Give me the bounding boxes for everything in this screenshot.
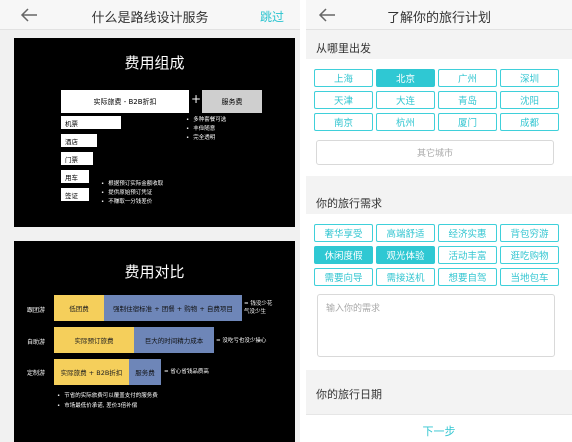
slide-title: 费用组成: [124, 54, 185, 72]
cost-bar: 巨大的时间精力成本: [134, 327, 214, 353]
cost-item: 机票: [61, 116, 121, 129]
departure-panel: 上海 北京 广州 深圳天津 大连 青岛 沈阳南京 杭州 厦门 成都 其它城市: [306, 59, 572, 176]
cost-comparison-slide: 费用对比 跟团游 低团费 强制住宿标准 + 团餐 + 购物 + 自费项目 = 钱…: [14, 241, 295, 442]
need-chip[interactable]: 观光体验: [376, 246, 435, 264]
need-chip[interactable]: 经济实惠: [438, 224, 497, 242]
need-chip[interactable]: 休闲度假: [314, 246, 373, 264]
city-chip[interactable]: 天津: [314, 91, 373, 109]
need-chip[interactable]: 高端舒适: [376, 224, 435, 242]
footnote: 节省的实际旅费可以覆盖支付的服务费: [57, 391, 158, 401]
result-text: = 钱没少花 气没少生: [244, 301, 273, 315]
need-chip[interactable]: 想要自驾: [438, 268, 497, 286]
result-text: = 省心省钱品质高: [164, 369, 209, 375]
city-chip[interactable]: 成都: [500, 113, 559, 131]
row-label: 跟团游: [27, 307, 46, 314]
cost-item: 酒店: [61, 134, 97, 147]
city-chip[interactable]: 北京: [376, 69, 435, 87]
skip-button[interactable]: 跳过: [260, 8, 284, 25]
departure-label: 从哪里出发: [316, 42, 371, 55]
row-label: 自助游: [27, 339, 46, 346]
page-title: 什么是路线设计服务: [91, 11, 209, 26]
bullet-item: 根据预订实际金额收取: [101, 180, 163, 189]
result-text: = 没吃亏也没少操心: [216, 338, 267, 344]
cost-bar: 实际旅费 + B2B折扣: [54, 359, 129, 385]
city-chip[interactable]: 广州: [438, 69, 497, 87]
plus-sign: +: [191, 92, 202, 106]
cost-bar: 实际预订旅费: [54, 327, 134, 353]
bullet-item: 多种套餐可选: [186, 116, 226, 125]
city-chip[interactable]: 厦门: [438, 113, 497, 131]
actual-cost-points: 根据预订实际金额收取 提供原始预订凭证 不赚取一分钱差价: [101, 180, 163, 207]
top-bar: 了解你的旅行计划: [306, 0, 572, 30]
actual-cost-box: 实际旅费 - B2B折扣: [61, 90, 189, 113]
city-chip[interactable]: 南京: [314, 113, 373, 131]
slide-title: 费用对比: [124, 263, 185, 281]
city-chip[interactable]: 上海: [314, 69, 373, 87]
need-chip[interactable]: 活动丰富: [438, 246, 497, 264]
cost-bar: 强制住宿标准 + 团餐 + 购物 + 自费项目: [104, 295, 242, 321]
need-chip[interactable]: 需要向导: [314, 268, 373, 286]
city-chip[interactable]: 大连: [376, 91, 435, 109]
left-screen: 什么是路线设计服务 跳过 费用组成 实际旅费 - B2B折扣 + 服务费 机票 …: [0, 0, 300, 442]
bullet-item: 提供原始预订凭证: [101, 189, 163, 198]
date-label: 你的旅行日期: [316, 388, 382, 401]
service-points: 多种套餐可选 丰俭随意 完全透明: [186, 116, 226, 143]
cost-item: 门票: [61, 152, 93, 165]
row-label: 定制游: [27, 370, 46, 377]
page-title: 了解你的旅行计划: [386, 11, 491, 26]
city-chip[interactable]: 青岛: [438, 91, 497, 109]
other-city-button[interactable]: 其它城市: [316, 140, 554, 165]
cost-composition-slide: 费用组成 实际旅费 - B2B折扣 + 服务费 机票 酒店 门票 用车 签证 多…: [14, 38, 295, 227]
need-chip[interactable]: 当地包车: [500, 268, 559, 286]
need-chip[interactable]: 奢华享受: [314, 224, 373, 242]
right-screen: 了解你的旅行计划 从哪里出发 上海 北京 广州 深圳天津 大连 青岛 沈阳南京 杭州 厦门 成都 …: [306, 0, 572, 442]
bullet-item: 不赚取一分钱差价: [101, 198, 163, 207]
need-chip[interactable]: 逛吃购物: [500, 246, 559, 264]
cost-bar: 低团费: [54, 295, 104, 321]
cost-item: 签证: [61, 188, 89, 201]
city-chip[interactable]: 沈阳: [500, 91, 559, 109]
bullet-item: 丰俭随意: [186, 125, 226, 134]
next-step-button[interactable]: 下一步: [306, 414, 572, 442]
cost-item: 用车: [61, 170, 89, 183]
city-chip[interactable]: 深圳: [500, 69, 559, 87]
need-chip[interactable]: 需接送机: [376, 268, 435, 286]
top-bar: 什么是路线设计服务 跳过: [0, 0, 300, 30]
bullet-item: 完全透明: [186, 134, 226, 143]
cost-bar: 服务费: [129, 359, 161, 385]
need-chip[interactable]: 背包穷游: [500, 224, 559, 242]
footnotes: 节省的实际旅费可以覆盖支付的服务费 市场最低价承诺, 差价3倍补偿: [57, 391, 158, 411]
city-chip[interactable]: 杭州: [376, 113, 435, 131]
footnote: 市场最低价承诺, 差价3倍补偿: [57, 401, 158, 411]
needs-label: 你的旅行需求: [316, 197, 382, 210]
service-fee-box: 服务费: [202, 90, 262, 113]
needs-input[interactable]: 输入你的需求: [317, 294, 555, 357]
